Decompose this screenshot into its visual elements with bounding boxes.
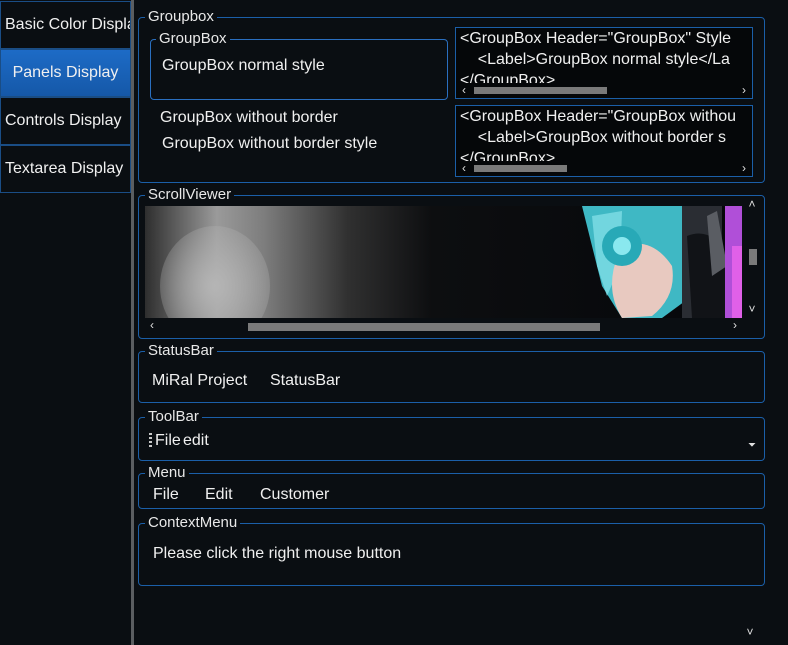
nav-label: Panels Display	[12, 64, 119, 81]
scrollviewer-section: ScrollViewer ˄ ˅ ‹ ›	[138, 187, 765, 339]
groupbox-section: Groupbox GroupBox GroupBox normal style …	[138, 9, 765, 183]
scroll-thumb[interactable]	[749, 249, 757, 265]
toolbar-section: ToolBar File edit ⏷	[138, 409, 765, 461]
code-line: <Label>GroupBox normal style</La	[460, 51, 730, 68]
nav-textarea-display[interactable]: Textarea Display	[0, 145, 131, 193]
anime-character-image	[582, 206, 742, 318]
contextmenu-instruction: Please click the right mouse button	[153, 545, 402, 562]
scroll-left-icon[interactable]: ‹	[145, 318, 159, 333]
nav-basic-color-display[interactable]: Basic Color Display	[0, 1, 131, 49]
menu-item-customer[interactable]: Customer	[260, 486, 329, 504]
scroll-right-icon[interactable]: ›	[728, 318, 742, 333]
contextmenu-section[interactable]: ContextMenu Please click the right mouse…	[138, 515, 765, 586]
code-hscrollbar[interactable]: ‹ ›	[456, 161, 752, 176]
scroll-right-icon[interactable]: ›	[737, 83, 751, 98]
contextmenu-title: ContextMenu	[145, 515, 241, 531]
scrollviewer-title: ScrollViewer	[145, 187, 235, 203]
statusbar-item: MiRal Project	[152, 372, 248, 389]
code-line: <GroupBox Header="GroupBox" Style	[460, 30, 732, 47]
toolbar-edit-button[interactable]: edit	[183, 432, 209, 450]
nav-label: Basic Color Display	[5, 16, 131, 33]
scroll-thumb[interactable]	[248, 323, 600, 331]
sidebar: Basic Color Display Panels Display Contr…	[0, 0, 131, 645]
scroll-thumb[interactable]	[474, 165, 567, 172]
groupbox-normal: GroupBox GroupBox normal style	[150, 31, 448, 100]
groupbox-section-title: Groupbox	[145, 9, 217, 25]
nav-label: Controls Display	[5, 112, 122, 129]
scroll-down-icon[interactable]: ˅	[745, 302, 759, 317]
sidebar-splitter[interactable]	[131, 0, 134, 645]
groupbox-normal-label: GroupBox normal style	[162, 57, 325, 74]
nav-controls-display[interactable]: Controls Display	[0, 97, 131, 145]
toolbar-overflow-button[interactable]: ⏷	[748, 441, 756, 451]
code-groupbox-without-border[interactable]: <GroupBox Header="GroupBox withou <Label…	[455, 105, 753, 177]
scroll-left-icon[interactable]: ‹	[457, 161, 471, 176]
menu-title: Menu	[145, 465, 189, 481]
toolbar-grip[interactable]	[149, 433, 152, 447]
nav-panels-display[interactable]: Panels Display	[0, 49, 131, 97]
groupbox-without-border-header: GroupBox without border	[160, 109, 338, 126]
groupbox-without-border-label: GroupBox without border style	[162, 135, 378, 152]
scroll-left-icon[interactable]: ‹	[457, 83, 471, 98]
scroll-right-icon[interactable]: ›	[737, 161, 751, 176]
scrollviewer-image	[145, 206, 742, 318]
scroll-up-icon[interactable]: ˄	[745, 197, 759, 212]
code-line: <Label>GroupBox without border s	[460, 129, 726, 146]
scrollviewer-hscrollbar[interactable]: ‹ ›	[145, 318, 742, 334]
chevron-down-icon[interactable]: ˅	[743, 624, 757, 640]
menu-item-edit[interactable]: Edit	[205, 486, 233, 504]
scrollviewer-vscrollbar[interactable]: ˄ ˅	[742, 196, 762, 318]
menu-section: Menu File Edit Customer	[138, 465, 765, 509]
code-hscrollbar[interactable]: ‹ ›	[456, 83, 752, 98]
menu-item-file[interactable]: File	[153, 486, 179, 504]
groupbox-normal-header: GroupBox	[156, 31, 230, 47]
statusbar-section: StatusBar MiRal Project StatusBar	[138, 343, 765, 403]
statusbar-item: StatusBar	[270, 372, 341, 389]
code-groupbox-normal[interactable]: <GroupBox Header="GroupBox" Style <Label…	[455, 27, 753, 99]
nav-label: Textarea Display	[5, 160, 124, 177]
toolbar-title: ToolBar	[145, 409, 202, 425]
code-line: <GroupBox Header="GroupBox withou	[460, 108, 737, 125]
statusbar-title: StatusBar	[145, 343, 217, 359]
toolbar-file-button[interactable]: File	[155, 432, 181, 450]
scroll-thumb[interactable]	[474, 87, 607, 94]
